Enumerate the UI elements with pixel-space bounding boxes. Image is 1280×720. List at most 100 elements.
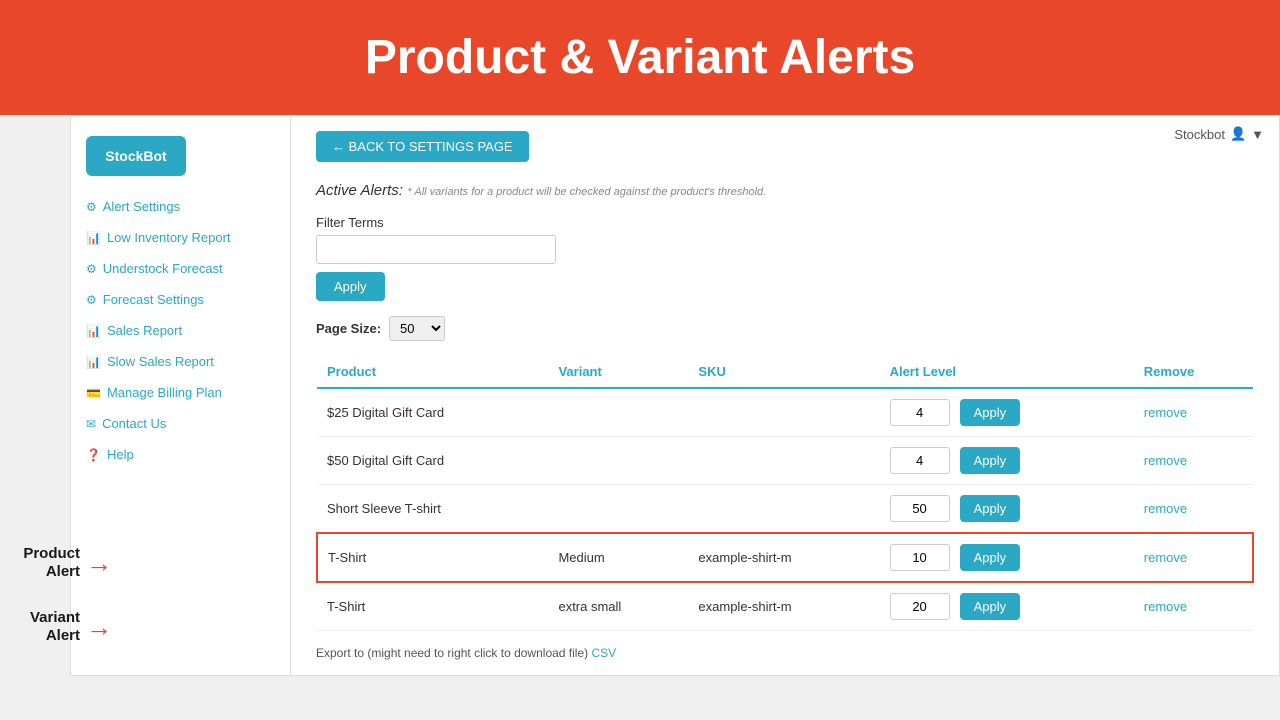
product-name: T-Shirt (317, 582, 548, 631)
main-content: ← BACK TO SETTINGS PAGE Active Alerts: *… (291, 116, 1279, 675)
sidebar-link-help[interactable]: ❓ Help (71, 439, 290, 470)
sku-value (688, 485, 879, 534)
row-apply-button[interactable]: Apply (960, 593, 1021, 620)
page-size-select[interactable]: 50 25 100 (389, 316, 445, 341)
user-icon: 👤 (1230, 126, 1246, 142)
sidebar-item-label: Contact Us (102, 416, 166, 431)
variant-name (548, 437, 688, 485)
sidebar-logo: StockBot (71, 126, 290, 191)
product-name: $50 Digital Gift Card (317, 437, 548, 485)
page-size-label: Page Size: (316, 321, 381, 336)
col-remove: Remove (1134, 356, 1253, 388)
alert-level-input[interactable] (890, 495, 950, 522)
sidebar-link-billing[interactable]: 💳 Manage Billing Plan (71, 377, 290, 408)
alert-level-input[interactable] (890, 544, 950, 571)
sku-value: example-shirt-m (688, 533, 879, 582)
active-alerts-header: Active Alerts: * All variants for a prod… (316, 182, 1254, 200)
sidebar-item-label: Slow Sales Report (107, 354, 214, 369)
col-sku: SKU (688, 356, 879, 388)
page-size-section: Page Size: 50 25 100 (316, 316, 1254, 341)
remove-cell: remove (1134, 437, 1253, 485)
row-apply-button[interactable]: Apply (960, 544, 1021, 571)
col-alert-level: Alert Level (880, 356, 1134, 388)
sidebar-link-forecast-settings[interactable]: ⚙ Forecast Settings (71, 284, 290, 315)
sidebar-item-label: Low Inventory Report (107, 230, 231, 245)
alert-level-cell: Apply (880, 437, 1134, 485)
banner: Product & Variant Alerts (0, 0, 1280, 115)
remove-link[interactable]: remove (1144, 453, 1187, 468)
remove-cell: remove (1134, 485, 1253, 534)
remove-link[interactable]: remove (1144, 550, 1187, 565)
user-bar: Stockbot 👤 ▼ (1174, 126, 1264, 142)
row-apply-button[interactable]: Apply (960, 495, 1021, 522)
alert-level-input[interactable] (890, 593, 950, 620)
sidebar-item-label: Help (107, 447, 134, 462)
chart-icon-3: 📊 (86, 355, 101, 369)
filter-label: Filter Terms (316, 215, 1254, 230)
alert-level-cell: Apply (880, 388, 1134, 437)
banner-title: Product & Variant Alerts (20, 30, 1260, 85)
sidebar-item-label: Forecast Settings (103, 292, 204, 307)
sidebar-item-understock[interactable]: ⚙ Understock Forecast (71, 253, 290, 284)
active-alerts-note: * All variants for a product will be che… (407, 186, 766, 198)
sidebar-link-slow-sales[interactable]: 📊 Slow Sales Report (71, 346, 290, 377)
table-body: $25 Digital Gift Card Apply remove (317, 388, 1253, 631)
sidebar-item-help[interactable]: ❓ Help (71, 439, 290, 470)
variant-name: Medium (548, 533, 688, 582)
sidebar-item-low-inventory[interactable]: 📊 Low Inventory Report (71, 222, 290, 253)
product-name: T-Shirt (317, 533, 548, 582)
table-row: T-Shirt extra small example-shirt-m Appl… (317, 582, 1253, 631)
sidebar-item-slow-sales[interactable]: 📊 Slow Sales Report (71, 346, 290, 377)
sidebar-link-understock[interactable]: ⚙ Understock Forecast (71, 253, 290, 284)
sidebar-item-billing[interactable]: 💳 Manage Billing Plan (71, 377, 290, 408)
remove-link[interactable]: remove (1144, 599, 1187, 614)
sidebar-link-alert-settings[interactable]: ⚙ Alert Settings (71, 191, 290, 222)
sidebar-item-label: Understock Forecast (103, 261, 223, 276)
table-header: Product Variant SKU Alert Level Remove (317, 356, 1253, 388)
alert-level-cell: Apply (880, 533, 1134, 582)
alerts-table: Product Variant SKU Alert Level Remove $… (316, 356, 1254, 631)
col-variant: Variant (548, 356, 688, 388)
row-apply-button[interactable]: Apply (960, 399, 1021, 426)
sku-value (688, 388, 879, 437)
remove-cell: remove (1134, 533, 1253, 582)
sidebar-nav: ⚙ Alert Settings 📊 Low Inventory Report … (71, 191, 290, 470)
chart-icon-2: 📊 (86, 324, 101, 338)
dropdown-arrow[interactable]: ▼ (1251, 127, 1264, 142)
logo-text: StockBot (105, 148, 166, 164)
export-label: Export to (might need to right click to … (316, 646, 588, 660)
sidebar-item-forecast-settings[interactable]: ⚙ Forecast Settings (71, 284, 290, 315)
sidebar: StockBot ⚙ Alert Settings 📊 Low Inventor… (71, 116, 291, 675)
variant-name: extra small (548, 582, 688, 631)
alert-level-cell: Apply (880, 485, 1134, 534)
sidebar-link-contact[interactable]: ✉ Contact Us (71, 408, 290, 439)
export-text: Export to (might need to right click to … (316, 646, 1254, 660)
col-product: Product (317, 356, 548, 388)
remove-link[interactable]: remove (1144, 405, 1187, 420)
chart-icon: 📊 (86, 231, 101, 245)
sku-value (688, 437, 879, 485)
billing-icon: 💳 (86, 386, 101, 400)
sidebar-link-sales-report[interactable]: 📊 Sales Report (71, 315, 290, 346)
remove-link[interactable]: remove (1144, 501, 1187, 516)
sidebar-item-alert-settings[interactable]: ⚙ Alert Settings (71, 191, 290, 222)
sidebar-item-label: Sales Report (107, 323, 182, 338)
table-row: $50 Digital Gift Card Apply remove (317, 437, 1253, 485)
csv-link[interactable]: CSV (591, 646, 616, 660)
help-icon: ❓ (86, 448, 101, 462)
sidebar-link-low-inventory[interactable]: 📊 Low Inventory Report (71, 222, 290, 253)
sidebar-item-sales-report[interactable]: 📊 Sales Report (71, 315, 290, 346)
filter-input[interactable] (316, 235, 556, 264)
filter-apply-button[interactable]: Apply (316, 272, 385, 301)
sidebar-item-contact[interactable]: ✉ Contact Us (71, 408, 290, 439)
remove-cell: remove (1134, 388, 1253, 437)
row-apply-button[interactable]: Apply (960, 447, 1021, 474)
logo: StockBot (86, 136, 186, 176)
alert-level-input[interactable] (890, 399, 950, 426)
product-name: Short Sleeve T-shirt (317, 485, 548, 534)
active-alerts-title: Active Alerts: (316, 182, 403, 199)
alert-level-cell: Apply (880, 582, 1134, 631)
alert-level-input[interactable] (890, 447, 950, 474)
back-button[interactable]: ← BACK TO SETTINGS PAGE (316, 131, 529, 162)
gear-icon-3: ⚙ (86, 293, 97, 307)
